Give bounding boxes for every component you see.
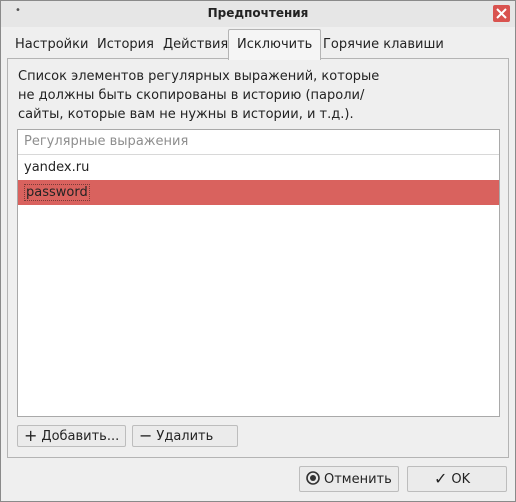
title-bar: • Предпочтения: [1, 1, 515, 27]
tab-exclude[interactable]: Исключить: [228, 29, 322, 60]
check-icon: ✓: [434, 469, 448, 488]
list-item-label: password: [24, 184, 90, 201]
list-item[interactable]: yandex.ru: [18, 155, 499, 180]
add-button[interactable]: + Добавить...: [17, 425, 127, 447]
list-item-label: yandex.ru: [24, 160, 90, 175]
ok-button[interactable]: ✓ OK: [407, 466, 507, 492]
plus-icon: +: [24, 426, 38, 445]
ok-button-label: OK: [451, 471, 471, 487]
tab-history[interactable]: История: [89, 33, 162, 57]
minus-icon: −: [139, 426, 153, 445]
close-button[interactable]: [493, 5, 510, 22]
tab-actions[interactable]: Действия: [155, 33, 236, 57]
description-line: Список элементов регулярных выражений, к…: [18, 69, 380, 84]
description-line: сайты, которые вам не нужны в истории, и…: [18, 107, 354, 122]
list-header[interactable]: Регулярные выражения: [18, 130, 499, 155]
cancel-icon: [306, 470, 320, 488]
close-icon: [496, 8, 507, 19]
window-title: Предпочтения: [207, 6, 309, 20]
remove-button[interactable]: − Удалить: [132, 425, 238, 447]
remove-button-label: Удалить: [156, 428, 214, 444]
description: Список элементов регулярных выражений, к…: [18, 67, 379, 124]
add-button-label: Добавить...: [41, 428, 120, 444]
cancel-button-label: Отменить: [324, 471, 392, 487]
tab-settings[interactable]: Настройки: [7, 33, 96, 57]
regex-list[interactable]: Регулярные выражения yandex.ru password: [17, 129, 500, 417]
cancel-button[interactable]: Отменить: [299, 466, 399, 492]
description-line: не должны быть скопированы в историю (па…: [18, 88, 365, 103]
tab-hotkeys[interactable]: Горячие клавиши: [315, 33, 452, 57]
exclude-panel: Список элементов регулярных выражений, к…: [7, 58, 509, 458]
preferences-window: • Предпочтения Настройки История Действи…: [0, 0, 516, 502]
list-item-selected[interactable]: password: [18, 180, 499, 205]
